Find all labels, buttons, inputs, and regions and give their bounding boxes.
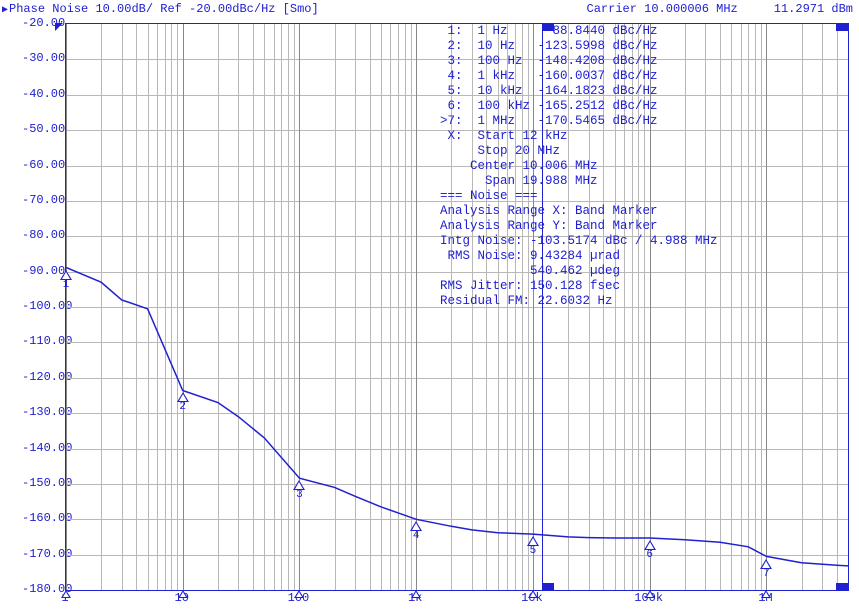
trace-marker-4[interactable]: 4 <box>410 521 422 542</box>
scale-indicator-top-left <box>55 23 63 31</box>
y-axis-label: -130.00 <box>22 405 64 419</box>
plot-container: 1234567 -20.00-30.00-40.00-50.00-60.00-7… <box>10 18 849 601</box>
header-carrier-info: Carrier 10.000006 MHz 11.2971 dBm <box>587 2 853 16</box>
y-axis-label: -180.00 <box>22 582 64 596</box>
header-title: Phase Noise 10.00dB/ Ref -20.00dBc/Hz [S… <box>2 2 319 16</box>
scale-indicator-top-right <box>841 23 849 31</box>
y-axis-label: -140.00 <box>22 441 64 455</box>
x-axis-tick-marker <box>178 590 188 598</box>
trace-marker-1[interactable]: 1 <box>60 270 72 291</box>
band-marker-cap <box>836 583 848 591</box>
trace-marker-7[interactable]: 7 <box>760 559 772 580</box>
trace-marker-3[interactable]: 3 <box>293 480 305 501</box>
band-marker-stop[interactable] <box>848 24 849 590</box>
y-axis-label: -40.00 <box>22 87 64 101</box>
x-axis-tick-marker <box>645 590 655 598</box>
carrier-power: 11.2971 dBm <box>774 2 853 16</box>
y-axis-label: -50.00 <box>22 122 64 136</box>
x-axis-tick-marker <box>61 590 71 598</box>
x-axis-tick-marker <box>528 590 538 598</box>
marker-info-panel: 1: 1 Hz -88.8440 dBc/Hz 2: 10 Hz -123.59… <box>440 24 718 309</box>
x-axis-tick-marker <box>294 590 304 598</box>
y-axis-label: -170.00 <box>22 547 64 561</box>
y-axis-label: -80.00 <box>22 228 64 242</box>
chart-header: Phase Noise 10.00dB/ Ref -20.00dBc/Hz [S… <box>0 0 859 16</box>
trace-marker-5[interactable]: 5 <box>527 536 539 557</box>
carrier-freq: Carrier 10.000006 MHz <box>587 2 738 16</box>
band-marker-cap <box>542 583 554 591</box>
y-axis-label: -160.00 <box>22 511 64 525</box>
y-axis-label: -70.00 <box>22 193 64 207</box>
y-axis-label: -100.00 <box>22 299 64 313</box>
y-axis-label: -120.00 <box>22 370 64 384</box>
trace-marker-6[interactable]: 6 <box>644 540 656 561</box>
y-axis-label: -60.00 <box>22 158 64 172</box>
y-axis-label: -30.00 <box>22 51 64 65</box>
y-axis-label: -150.00 <box>22 476 64 490</box>
y-axis-label: -110.00 <box>22 334 64 348</box>
x-axis-tick-marker <box>411 590 421 598</box>
x-axis-tick-marker <box>761 590 771 598</box>
y-axis-label: -90.00 <box>22 264 64 278</box>
trace-marker-2[interactable]: 2 <box>177 392 189 413</box>
